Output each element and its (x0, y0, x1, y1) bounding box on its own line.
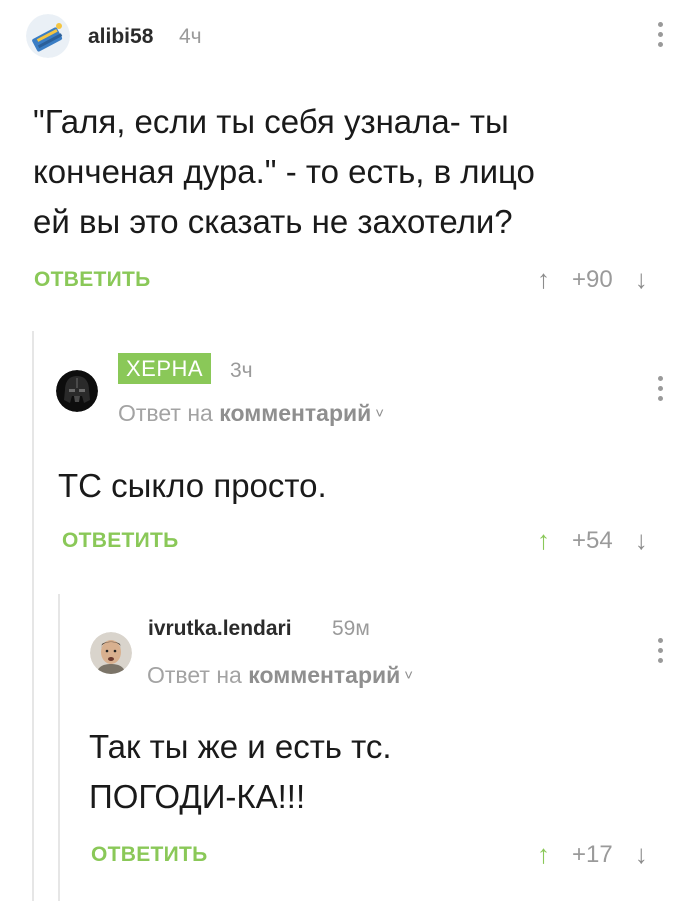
comment-text: "Галя, если ты себя узнала- ты конченая … (33, 97, 535, 247)
vote-score: +90 (572, 265, 613, 293)
vote-controls: ↑ +90 ↓ (537, 264, 648, 295)
comment-text-line: ТС сыкло просто. (58, 467, 327, 504)
arrow-down-icon[interactable]: ↓ (635, 525, 648, 556)
reply-button[interactable]: ОТВЕТИТЬ (62, 529, 179, 553)
arrow-up-icon[interactable]: ↑ (537, 264, 550, 295)
avatar-ivrutka-lendari[interactable] (90, 632, 132, 674)
arrow-up-icon[interactable]: ↑ (537, 525, 550, 556)
comment-text: Так ты же и есть тс. ПОГОДИ-КА!!! (89, 722, 392, 822)
chevron-down-icon: ˅ (404, 667, 414, 684)
comment-text-line: "Галя, если ты себя узнала- ты (33, 103, 509, 140)
more-vertical-icon[interactable] (656, 638, 664, 663)
reply-to-link[interactable]: Ответ на комментарий ˅ (147, 662, 413, 689)
more-vertical-icon[interactable] (656, 376, 664, 401)
comment-text-line: конченая дура." - то есть, в лицо (33, 153, 535, 190)
arrow-up-icon[interactable]: ↑ (537, 839, 550, 870)
comment-time: 59м (332, 617, 370, 640)
reply-to-prefix: Ответ на (118, 400, 220, 426)
comment-text-line: ей вы это сказать не захотели? (33, 203, 513, 240)
chevron-down-icon: ˅ (375, 405, 385, 422)
reply-to-link[interactable]: Ответ на комментарий ˅ (118, 400, 384, 427)
vote-controls: ↑ +17 ↓ (537, 839, 648, 870)
comment-time: 3ч (230, 359, 253, 382)
avatar-alibi58[interactable] (26, 14, 70, 58)
arrow-down-icon[interactable]: ↓ (635, 839, 648, 870)
more-vertical-icon[interactable] (656, 22, 664, 47)
vote-controls: ↑ +54 ↓ (537, 525, 648, 556)
comment-text-line: ПОГОДИ-КА!!! (89, 778, 306, 815)
reply-button[interactable]: ОТВЕТИТЬ (34, 268, 151, 292)
thread-line (32, 331, 34, 901)
comment-text-line: Так ты же и есть тс. (89, 728, 392, 765)
username-badge[interactable]: ХЕРНА (118, 353, 212, 384)
comment-text: ТС сыкло просто. (58, 461, 327, 511)
comment-author[interactable]: alibi58 (88, 25, 153, 49)
arrow-down-icon[interactable]: ↓ (635, 264, 648, 295)
reply-to-prefix: Ответ на (147, 662, 249, 688)
reply-button[interactable]: ОТВЕТИТЬ (91, 843, 208, 867)
comment-author[interactable]: ivrutka.lendari (148, 617, 292, 641)
thread-line (58, 594, 60, 901)
avatar-herna[interactable] (56, 370, 98, 412)
vote-score: +17 (572, 840, 613, 868)
vote-score: +54 (572, 526, 613, 554)
reply-to-target: комментарий (248, 662, 401, 688)
comment-time: 4ч (179, 25, 202, 48)
reply-to-target: комментарий (219, 400, 372, 426)
